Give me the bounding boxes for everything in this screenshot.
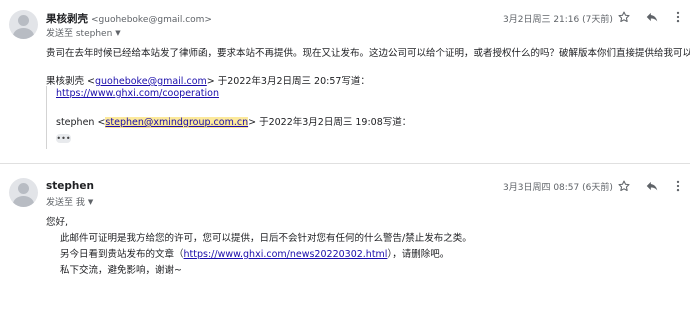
recipient-text: 发送至 我 — [46, 198, 85, 208]
quote-link[interactable]: https://www.ghxi.com/cooperation — [56, 88, 219, 99]
line2-suffix: ），请删除吧。 — [387, 249, 450, 260]
recipient-line[interactable]: 发送至 我 ▼ — [46, 195, 93, 209]
nested-quote-header: stephen <stephen@xmindgroup.com.cn> 于202… — [56, 114, 411, 128]
star-icon[interactable] — [617, 179, 631, 193]
message-1: 果核剥壳 <guoheboke@gmail.com> 发送至 stephen ▼ … — [0, 0, 690, 163]
more-vert-icon[interactable] — [671, 10, 685, 24]
message-divider — [0, 163, 690, 164]
caret-down-icon[interactable]: ▼ — [88, 198, 93, 206]
body-line-3: 私下交流，避免影响，谢谢~ — [60, 265, 182, 276]
star-icon[interactable] — [617, 10, 631, 24]
avatar-head — [18, 183, 29, 194]
article-link[interactable]: https://www.ghxi.com/news20220302.html — [184, 249, 388, 260]
avatar-head — [18, 15, 29, 26]
nested-email[interactable]: stephen@xmindgroup.com.cn — [105, 117, 249, 128]
quote-header: 果核剥壳 <guoheboke@gmail.com> 于2022年3月2日周三 … — [46, 73, 370, 87]
message-date: 3月2日周三 21:16 (7天前) — [503, 15, 613, 25]
avatar-body — [13, 28, 34, 39]
quote-bar — [46, 86, 47, 149]
avatar-icon[interactable] — [9, 10, 38, 39]
line2-prefix: 另今日看到贵站发布的文章（ — [60, 249, 184, 260]
reply-icon[interactable] — [645, 10, 659, 24]
body-line-2: 另今日看到贵站发布的文章（https://www.ghxi.com/news20… — [60, 246, 449, 260]
message-body: 贵司在去年时候已经给本站发了律师函，要求本站不再提供。现在又让发布。这边公司可以… — [46, 48, 690, 59]
reply-icon[interactable] — [645, 179, 659, 193]
sender-line: 果核剥壳 <guoheboke@gmail.com> — [46, 11, 212, 26]
sender-email: <guoheboke@gmail.com> — [91, 15, 212, 25]
more-vert-icon[interactable] — [671, 179, 685, 193]
sender-line: stephen — [46, 180, 94, 192]
body-line-1: 此邮件可证明是我方给您的许可，您可以提供，日后不会针对您有任何的什么警告/禁止发… — [60, 233, 472, 244]
message-date: 3月3日周四 08:57 (6天前) — [503, 183, 613, 193]
message-2: stephen 发送至 我 ▼ 3月3日周四 08:57 (6天前) 您好, 此… — [0, 165, 690, 323]
quote-header-suffix: > 于2022年3月2日周三 20:57写道： — [206, 76, 370, 87]
nested-prefix: stephen < — [56, 117, 106, 128]
quote-header-email[interactable]: guoheboke@gmail.com — [95, 76, 207, 87]
recipient-text: 发送至 stephen — [46, 29, 113, 39]
avatar-icon[interactable] — [9, 178, 38, 207]
quote-header-name: 果核剥壳 < — [46, 76, 95, 87]
nested-suffix: > 于2022年3月2日周三 19:08写道： — [248, 117, 412, 128]
sender-name[interactable]: stephen — [46, 180, 94, 192]
sender-name[interactable]: 果核剥壳 — [46, 13, 88, 25]
recipient-line[interactable]: 发送至 stephen ▼ — [46, 26, 121, 40]
caret-down-icon[interactable]: ▼ — [115, 29, 120, 37]
greeting: 您好, — [46, 217, 69, 228]
avatar-body — [13, 196, 34, 207]
show-trimmed-button[interactable]: ••• — [56, 134, 71, 143]
